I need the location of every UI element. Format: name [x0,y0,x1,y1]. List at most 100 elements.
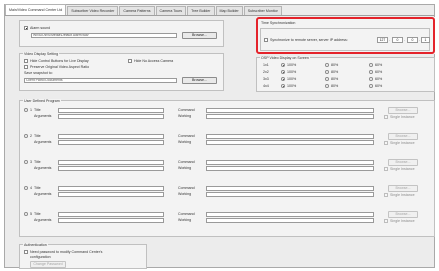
osp-4x4-100-radio[interactable] [281,84,285,88]
single-instance-checkbox[interactable] [384,115,388,119]
hide-no-access-checkbox[interactable] [128,59,132,63]
program-working-field[interactable] [206,166,374,171]
program-working-field[interactable] [206,192,374,197]
program-working-label: Working [178,166,192,170]
single-instance-checkbox[interactable] [384,167,388,171]
tab-map-builder[interactable]: Map Builder [215,6,243,15]
program-title-label: Title [34,186,41,190]
snapshot-path-field[interactable]: Client Patrol Documents [24,78,177,83]
program-arguments-label: Arguments [34,166,52,170]
osp-4x4-60-radio[interactable] [369,84,373,88]
single-instance-label: Single Instance [390,115,415,119]
program-arguments-label: Arguments [34,218,52,222]
alarm-sound-checkbox[interactable] [24,26,28,30]
alarm-sound-browse-button[interactable]: Browse... [182,32,217,39]
program-select-radio[interactable] [24,186,28,190]
osp-1x1-80-radio[interactable] [325,63,329,67]
program-working-field[interactable] [206,114,374,119]
program-command-label: Command [178,186,195,190]
program-command-label: Command [178,160,195,164]
preserve-aspect-checkbox[interactable] [24,65,28,69]
program-title-field[interactable] [58,160,164,165]
program-command-field[interactable] [206,108,374,113]
program-browse-button[interactable]: Browse... [388,133,418,140]
osp-3x3-60-radio[interactable] [369,77,373,81]
program-command-field[interactable] [206,186,374,191]
program-arguments-field[interactable] [58,192,164,197]
single-instance-label: Single Instance [390,193,415,197]
video-display-group: Video Display Setting Hide Control Butto… [19,52,224,91]
osp-col-label: 80% [331,84,339,88]
osp-2x2-100-radio[interactable] [281,70,285,74]
hide-control-buttons-checkbox[interactable] [24,59,28,63]
program-browse-button[interactable]: Browse... [388,107,418,114]
tab-subscriber-video-recorder[interactable]: Subscriber Video Recorder [67,6,119,15]
program-select-radio[interactable] [24,134,28,138]
osp-col-label: 100% [287,70,297,74]
program-working-field[interactable] [206,218,374,223]
program-browse-button[interactable]: Browse... [388,185,418,192]
program-title-field[interactable] [58,134,164,139]
osp-1x1-60-radio[interactable] [369,63,373,67]
program-browse-button[interactable]: Browse... [388,159,418,166]
osp-title: OSP Video Display on Screen [260,56,310,60]
highlight-box [256,17,435,54]
auth-title: Authentication [23,243,48,247]
program-title-field[interactable] [58,186,164,191]
program-select-radio[interactable] [24,212,28,216]
osp-row-2x2-label: 2x2 [263,70,269,74]
osp-row-4x4-label: 4x4 [263,84,269,88]
tab-camera-patterns[interactable]: Camera Patterns [119,6,155,15]
tab-tree-builder[interactable]: Tree Builder [187,6,215,15]
program-arguments-field[interactable] [58,166,164,171]
osp-1x1-100-radio[interactable] [281,63,285,67]
osp-col-label: 100% [287,84,297,88]
program-arguments-field[interactable] [58,218,164,223]
program-command-field[interactable] [206,134,374,139]
single-instance-label: Single Instance [390,219,415,223]
hide-no-access-label: Hide No Access Camera [134,59,174,63]
program-working-label: Working [178,218,192,222]
video-display-title: Video Display Setting [23,52,60,56]
osp-col-label: 60% [375,77,383,81]
program-browse-button[interactable]: Browse... [388,211,418,218]
alarm-sound-file-field[interactable]: WINDOWS\Media\Default Alarm.wav [31,33,177,38]
tab-camera-tours[interactable]: Camera Tours [155,6,187,15]
snapshot-browse-button[interactable]: Browse... [182,77,217,84]
user-program-group: User Defined Program 1 Title Arguments Comm… [19,99,435,237]
osp-3x3-80-radio[interactable] [325,77,329,81]
osp-row-3x3-label: 3x3 [263,77,269,81]
single-instance-checkbox[interactable] [384,141,388,145]
tab-subscriber-monitor[interactable]: Subscriber Monitor [243,6,282,15]
osp-4x4-80-radio[interactable] [325,84,329,88]
program-arguments-label: Arguments [34,192,52,196]
change-password-button[interactable]: Change Password [30,261,66,268]
osp-col-label: 100% [287,63,297,67]
auth-group: Authentication Need password to modify C… [19,243,147,269]
single-instance-checkbox[interactable] [384,219,388,223]
osp-2x2-60-radio[interactable] [369,70,373,74]
snapshot-label: Save snapshot to: [24,71,53,75]
program-working-field[interactable] [206,140,374,145]
program-number: 1 [30,108,32,112]
program-select-radio[interactable] [24,108,28,112]
alarm-sound-group: Alarm sound WINDOWS\Media\Default Alarm.… [19,20,224,47]
program-arguments-field[interactable] [58,114,164,119]
program-title-field[interactable] [58,108,164,113]
tab-main[interactable]: Main/Video Command Center Ltd [5,4,67,15]
program-select-radio[interactable] [24,160,28,164]
user-program-title: User Defined Program [23,99,61,103]
program-title-field[interactable] [58,212,164,217]
osp-3x3-100-radio[interactable] [281,77,285,81]
need-password-label-2: configuration [30,255,51,259]
program-arguments-field[interactable] [58,140,164,145]
program-working-label: Working [178,114,192,118]
program-title-label: Title [34,108,41,112]
program-number: 4 [30,186,32,190]
program-command-field[interactable] [206,160,374,165]
need-password-checkbox[interactable] [24,250,28,254]
osp-2x2-80-radio[interactable] [325,70,329,74]
settings-window: Main/Video Command Center Ltd Subscriber… [4,4,435,269]
single-instance-checkbox[interactable] [384,193,388,197]
program-command-field[interactable] [206,212,374,217]
